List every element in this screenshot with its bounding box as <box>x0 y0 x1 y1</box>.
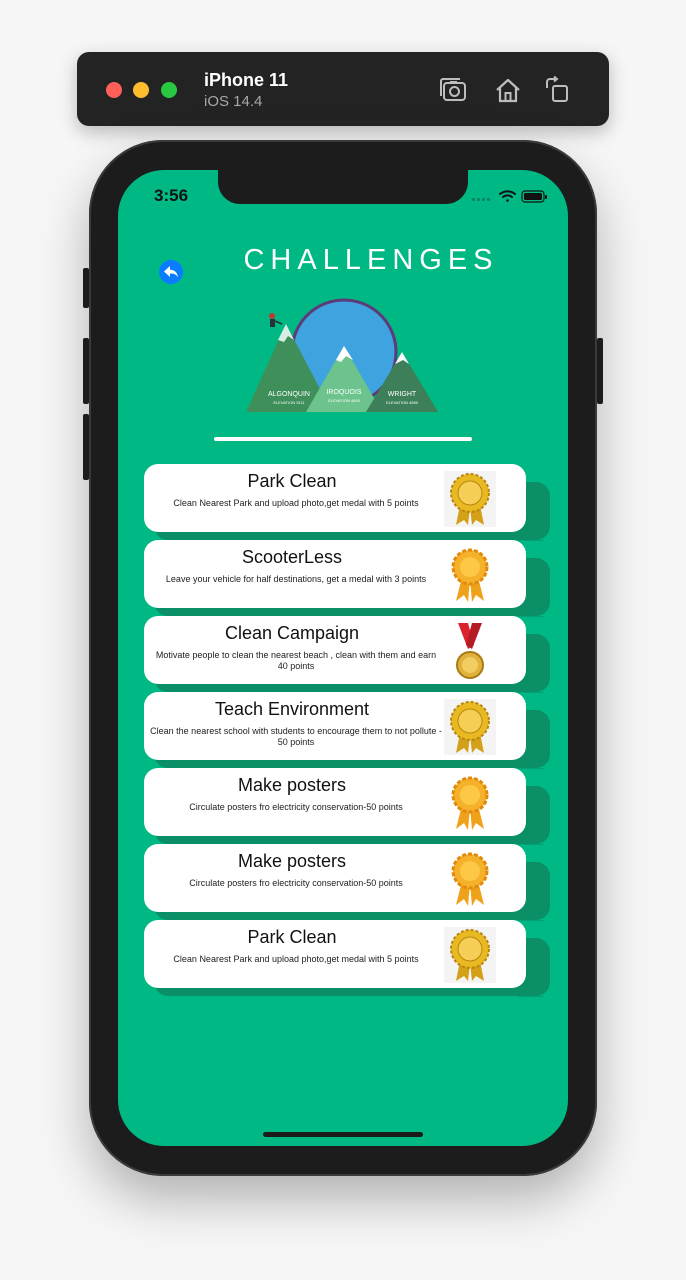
challenge-title: Teach Environment <box>214 699 370 719</box>
minimize-window-button[interactable] <box>133 82 149 98</box>
challenge-card-button[interactable]: Make posters Circulate posters fro elect… <box>144 768 526 836</box>
zoom-window-button[interactable] <box>161 82 177 98</box>
challenge-card-button[interactable]: ScooterLess Leave your vehicle for half … <box>144 540 526 608</box>
cellular-signal-icon <box>472 198 490 201</box>
home-icon[interactable] <box>493 76 523 104</box>
challenge-description: Circulate posters fro electricity conser… <box>189 802 403 812</box>
mountains-logo: ALGONQUIN ELEVATION 5111 IROQUOIS ELEVAT… <box>246 298 438 412</box>
logo-label-algonquin: ALGONQUIN <box>268 391 310 398</box>
challenge-description: Clean Nearest Park and upload photo,get … <box>173 498 419 508</box>
logo-elevation-algonquin: ELEVATION 5111 <box>273 400 305 405</box>
challenge-card-button[interactable]: Clean Campaign Motivate people to clean … <box>144 616 526 684</box>
challenge-card: ScooterLess Leave your vehicle for half … <box>144 540 550 616</box>
orange-rosette-ribbon-icon <box>451 776 489 830</box>
challenge-card-button[interactable]: Park Clean Clean Nearest Park and upload… <box>144 464 526 532</box>
gold-rosette-badge-icon <box>444 471 496 527</box>
orange-rosette-ribbon-icon <box>451 852 489 906</box>
challenge-title: Park Clean <box>247 927 337 947</box>
challenge-description: Clean Nearest Park and upload photo,get … <box>173 954 419 964</box>
challenge-description: Leave your vehicle for half destinations… <box>165 574 427 584</box>
challenge-card: Park Clean Clean Nearest Park and upload… <box>144 464 550 540</box>
camera-screenshot-icon[interactable] <box>438 76 468 104</box>
challenge-title: ScooterLess <box>241 547 343 567</box>
close-window-button[interactable] <box>106 82 122 98</box>
status-icons <box>472 190 547 203</box>
logo-label-wright: WRIGHT <box>388 391 417 398</box>
challenge-description: Motivate people to clean the nearest bea… <box>155 650 437 671</box>
os-version: iOS 14.4 <box>204 93 263 110</box>
gold-rosette-badge-icon <box>444 699 496 755</box>
challenge-card-button[interactable]: Park Clean Clean Nearest Park and upload… <box>144 920 526 988</box>
challenge-card-button[interactable]: Make posters Circulate posters fro elect… <box>144 844 526 912</box>
gold-medal-red-ribbon-icon <box>456 623 484 679</box>
climber-icon <box>269 313 283 327</box>
logo-label-iroquois: IROQUOIS <box>326 389 361 396</box>
challenge-card: Make posters Circulate posters fro elect… <box>144 844 550 920</box>
home-indicator[interactable] <box>263 1132 423 1137</box>
challenge-title: Make posters <box>237 775 347 795</box>
volume-up-button <box>83 338 89 404</box>
logo-elevation-wright: ELEVATION 4580 <box>386 400 419 405</box>
row-separator <box>518 996 544 997</box>
page-title: CHALLENGES <box>243 244 499 276</box>
challenge-title: Make posters <box>237 851 347 871</box>
app-screen: 3:56 CHALLENGES ALGONQUIN ELEVATION 5111… <box>118 170 568 1146</box>
header-divider <box>214 437 472 441</box>
challenge-card: Make posters Circulate posters fro elect… <box>144 768 550 844</box>
challenge-title: Park Clean <box>247 471 337 491</box>
challenge-description: Clean the nearest school with students t… <box>150 726 442 747</box>
status-time: 3:56 <box>154 186 189 205</box>
battery-icon <box>521 190 547 203</box>
rotate-icon[interactable] <box>543 76 573 104</box>
challenge-card: Clean Campaign Motivate people to clean … <box>144 616 550 692</box>
notch <box>218 170 468 204</box>
simulator-toolbar: iPhone 11 iOS 14.4 <box>77 52 609 126</box>
power-button <box>597 338 603 404</box>
gold-rosette-badge-icon <box>444 927 496 983</box>
challenge-card: Teach Environment Clean the nearest scho… <box>144 692 550 768</box>
challenge-title: Clean Campaign <box>224 623 360 643</box>
logo-elevation-iroquois: ELEVATION 4840 <box>328 398 361 403</box>
challenge-card: Park Clean Clean Nearest Park and upload… <box>144 920 550 996</box>
challenge-card-button[interactable]: Teach Environment Clean the nearest scho… <box>144 692 526 760</box>
wifi-icon <box>499 190 516 202</box>
orange-rosette-ribbon-icon <box>451 548 489 602</box>
mute-switch <box>83 268 89 308</box>
device-name: iPhone 11 <box>204 70 289 90</box>
challenge-description: Circulate posters fro electricity conser… <box>189 878 403 888</box>
volume-down-button <box>83 414 89 480</box>
